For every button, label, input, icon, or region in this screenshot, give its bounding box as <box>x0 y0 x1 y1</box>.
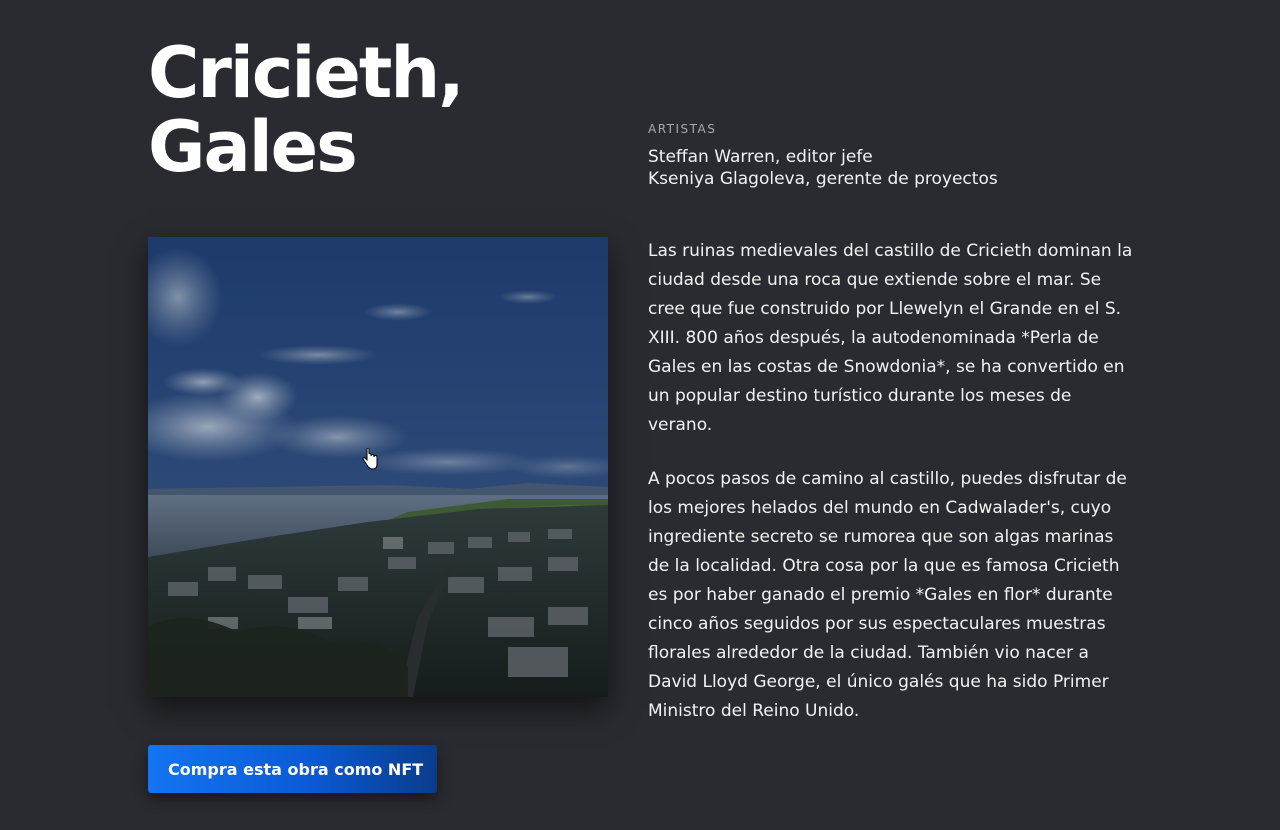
page-title: Cricieth, Gales <box>148 32 465 188</box>
artwork-photo[interactable] <box>148 237 608 697</box>
buy-nft-button[interactable]: Compra esta obra como NFT <box>148 745 437 793</box>
hand-pointer-icon <box>362 448 378 470</box>
title-line-2: Gales <box>148 106 358 188</box>
title-line-1: Cricieth, <box>148 32 465 114</box>
landscape-photo-icon <box>148 237 608 697</box>
artwork-detail-page: Cricieth, Gales ARTISTAS Steffan Warren,… <box>0 0 1280 830</box>
artwork-description: Las ruinas medievales del castillo de Cr… <box>648 237 1133 751</box>
artists-section: ARTISTAS Steffan Warren, editor jefe Kse… <box>648 122 998 190</box>
artist-name: Steffan Warren, editor jefe <box>648 147 873 167</box>
description-paragraph: Las ruinas medievales del castillo de Cr… <box>648 241 1133 435</box>
artist-name: Kseniya Glagoleva, gerente de proyectos <box>648 169 998 189</box>
description-paragraph: A pocos pasos de camino al castillo, pue… <box>648 469 1127 721</box>
artists-label: ARTISTAS <box>648 122 717 136</box>
